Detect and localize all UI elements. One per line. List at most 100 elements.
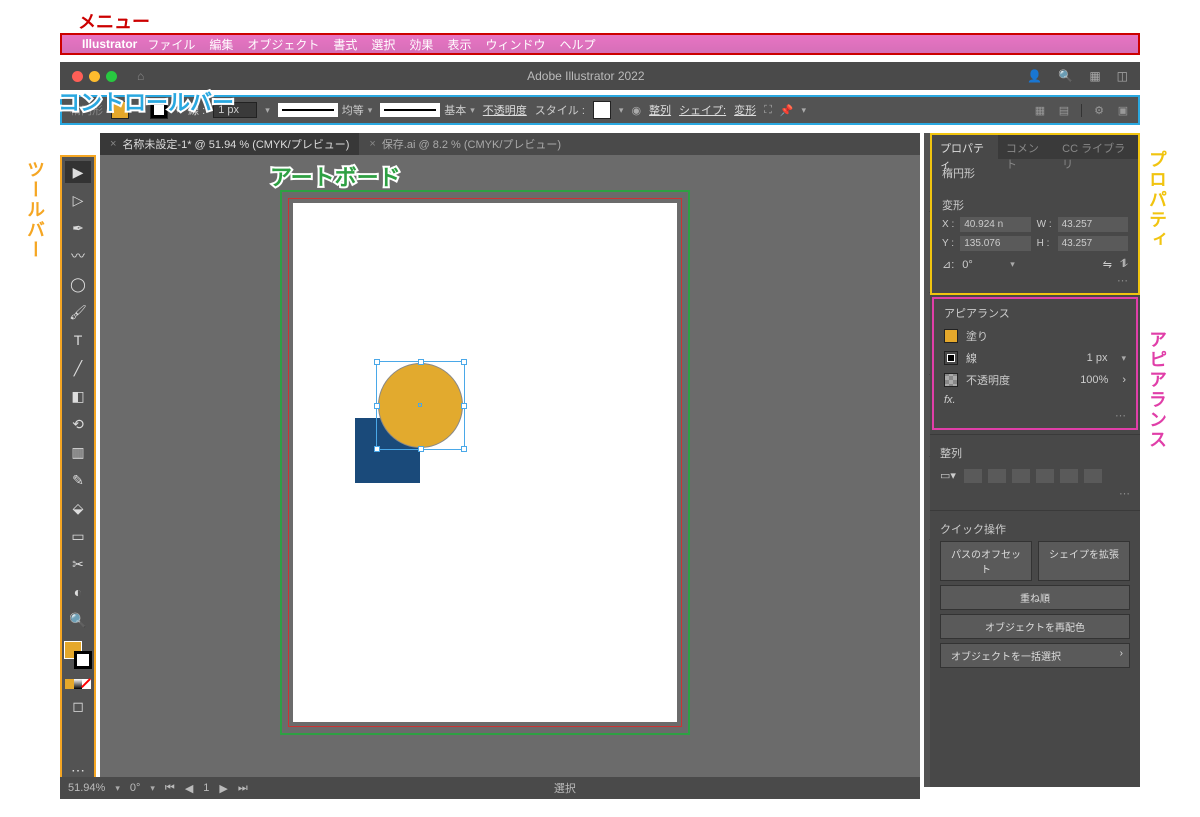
global-select-button[interactable]: オブジェクトを一括選択› xyxy=(940,643,1130,668)
flip-v-icon[interactable]: ⥮ xyxy=(1120,258,1128,271)
gradient-tool[interactable]: ◐ xyxy=(65,581,91,603)
align-hcenter-icon[interactable] xyxy=(988,469,1006,483)
doc-tab-2[interactable]: ×保存.ai @ 8.2 % (CMYK/プレビュー) xyxy=(359,133,571,155)
annotation-toolbar: ツールバー xyxy=(22,160,48,260)
menu-select[interactable]: 選択 xyxy=(371,36,395,53)
align-heading: 整列 xyxy=(940,445,1130,461)
dock-icon[interactable]: ▣ xyxy=(1116,104,1130,117)
page-number[interactable]: 1 xyxy=(203,782,209,794)
tab-comments[interactable]: コメント xyxy=(998,135,1054,159)
profile-preview[interactable] xyxy=(278,103,338,117)
pref-icon[interactable]: ⚙ xyxy=(1092,104,1106,117)
align-right-icon[interactable] xyxy=(1012,469,1030,483)
rotation-input[interactable]: 0° xyxy=(962,259,1002,271)
transform-link[interactable]: 変形 xyxy=(734,102,756,118)
close-tab-icon[interactable]: × xyxy=(369,138,375,150)
close-tab-icon[interactable]: × xyxy=(110,138,116,150)
menu-file[interactable]: ファイル xyxy=(147,36,195,53)
menu-edit[interactable]: 編集 xyxy=(209,36,233,53)
recolor-icon[interactable]: ◉ xyxy=(631,104,641,117)
selection-tool[interactable]: ▶ xyxy=(65,161,91,183)
home-icon[interactable]: ⌂ xyxy=(137,69,144,83)
eyedropper-tool[interactable]: ✎ xyxy=(65,469,91,491)
x-input[interactable]: 40.924 n xyxy=(960,217,1030,232)
doc-tab-1[interactable]: ×名称未設定-1* @ 51.94 % (CMYK/プレビュー) xyxy=(100,133,359,155)
brush-preview[interactable] xyxy=(380,103,440,117)
fill-swatch[interactable] xyxy=(111,101,129,119)
align-left-icon[interactable] xyxy=(964,469,982,483)
stroke-color-swatch[interactable] xyxy=(944,351,958,365)
eraser-tool[interactable]: ◧ xyxy=(65,385,91,407)
search-icon[interactable]: 🔍 xyxy=(1058,69,1073,83)
tab-properties[interactable]: プロパティ xyxy=(932,135,998,159)
stroke-w-input[interactable]: 1 px xyxy=(1081,351,1114,365)
w-input[interactable]: 43.257 xyxy=(1058,217,1128,232)
align-link[interactable]: 整列 xyxy=(649,102,671,118)
user-icon[interactable]: 👤 xyxy=(1027,69,1042,83)
paintbrush-tool[interactable]: 🖌 xyxy=(65,301,91,323)
flip-h-icon[interactable]: ⇋ xyxy=(1103,258,1112,271)
zoom-value[interactable]: 51.94% xyxy=(68,782,105,794)
align-top-icon[interactable] xyxy=(1036,469,1054,483)
menu-view[interactable]: 表示 xyxy=(447,36,471,53)
y-input[interactable]: 135.076 xyxy=(960,236,1030,251)
fill-stroke-swatch[interactable] xyxy=(64,641,92,669)
align-bottom-icon[interactable] xyxy=(1084,469,1102,483)
menu-type[interactable]: 書式 xyxy=(333,36,357,53)
ellipse-tool[interactable]: ◯ xyxy=(65,273,91,295)
snap-grid-icon[interactable]: ▦ xyxy=(1033,104,1047,117)
shape-link[interactable]: シェイプ: xyxy=(679,102,726,118)
shapebuilder-tool[interactable]: ⬙ xyxy=(65,497,91,519)
align-vcenter-icon[interactable] xyxy=(1060,469,1078,483)
line-tool[interactable]: ╱ xyxy=(65,357,91,379)
menu-effect[interactable]: 効果 xyxy=(409,36,433,53)
width-tool[interactable]: ▥ xyxy=(65,441,91,463)
artboard[interactable] xyxy=(293,203,677,722)
status-bar: 51.94%▾ 0°▾ ⏮◀ 1 ▶⏭ 選択 xyxy=(60,777,920,799)
zoom-tool[interactable]: 🔍 xyxy=(65,609,91,631)
annotation-appearance: アピアランス xyxy=(1144,330,1170,450)
expand-shape-button[interactable]: シェイプを拡張 xyxy=(1038,541,1130,581)
isolate-icon[interactable]: ⛶ xyxy=(764,104,772,117)
snap-pixel-icon[interactable]: ▤ xyxy=(1057,104,1071,117)
arrange-icon[interactable]: ◫ xyxy=(1117,69,1128,83)
type-tool[interactable]: T xyxy=(65,329,91,351)
page-nav-first[interactable]: ⏮ xyxy=(165,782,175,795)
rotation-value[interactable]: 0° xyxy=(130,782,141,794)
h-input[interactable]: 43.257 xyxy=(1058,236,1128,251)
tab-cclib[interactable]: CC ライブラリ xyxy=(1054,135,1138,159)
page-nav-next[interactable]: ▶ xyxy=(219,782,227,795)
fx-button[interactable]: fx. xyxy=(944,394,956,406)
curvature-tool[interactable]: 〰 xyxy=(65,245,91,267)
pen-tool[interactable]: ✒ xyxy=(65,217,91,239)
arrange-button[interactable]: 重ね順 xyxy=(940,585,1130,610)
rotate-tool[interactable]: ⟲ xyxy=(65,413,91,435)
panel-tabs: プロパティ コメント CC ライブラリ xyxy=(932,135,1138,159)
recolor-button[interactable]: オブジェクトを再配色 xyxy=(940,614,1130,639)
workspace-icon[interactable]: ▦ xyxy=(1089,69,1100,83)
style-swatch[interactable] xyxy=(593,101,611,119)
offset-path-button[interactable]: パスのオフセット xyxy=(940,541,1032,581)
opacity-swatch[interactable] xyxy=(944,373,958,387)
fill-color-swatch[interactable] xyxy=(944,329,958,343)
menu-object[interactable]: オブジェクト xyxy=(247,36,319,53)
opacity-input[interactable]: 100% xyxy=(1074,373,1114,387)
transform-heading: 変形 xyxy=(942,197,1128,213)
artboard-tool[interactable]: ▭ xyxy=(65,525,91,547)
screen-mode-tool[interactable]: ◻ xyxy=(65,695,91,717)
menu-window[interactable]: ウィンドウ xyxy=(485,36,545,53)
direct-select-tool[interactable]: ▷ xyxy=(65,189,91,211)
opacity-link[interactable]: 不透明度 xyxy=(483,102,527,118)
color-mode-bar[interactable] xyxy=(65,679,91,689)
stroke-width-input[interactable]: 1 px xyxy=(213,102,257,118)
menu-help[interactable]: ヘルプ xyxy=(559,36,595,53)
align-to-icon[interactable]: ▭▾ xyxy=(940,469,958,483)
pin-icon[interactable]: 📌 xyxy=(780,104,794,117)
canvas-area[interactable] xyxy=(100,155,920,787)
window-controls[interactable] xyxy=(60,71,129,82)
stroke-swatch[interactable] xyxy=(150,101,168,119)
selection-bbox[interactable] xyxy=(376,361,465,450)
scissors-tool[interactable]: ✂ xyxy=(65,553,91,575)
page-nav-last[interactable]: ⏭ xyxy=(238,782,248,795)
page-nav-prev[interactable]: ◀ xyxy=(185,782,193,795)
